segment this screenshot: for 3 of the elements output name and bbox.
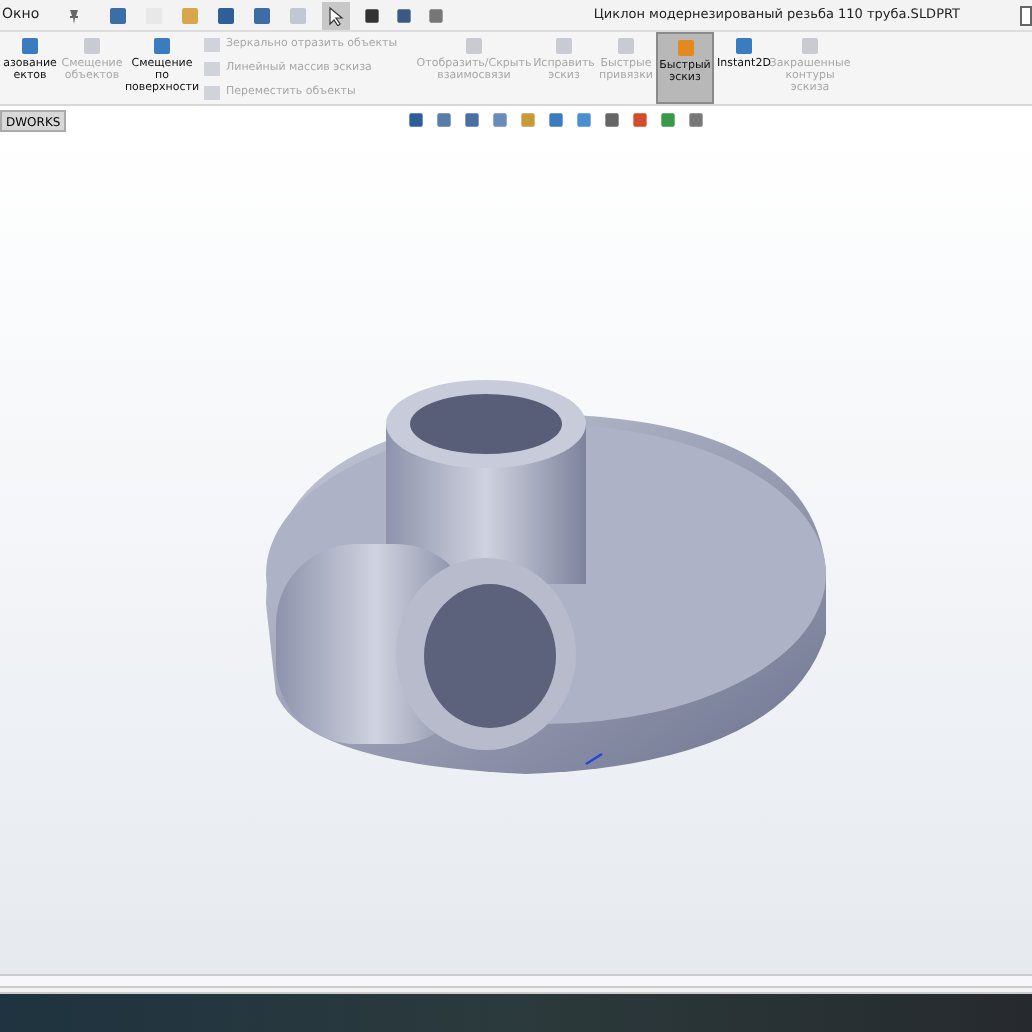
close-button[interactable] xyxy=(1020,5,1032,25)
select-button[interactable] xyxy=(321,1,350,29)
pin-icon[interactable] xyxy=(65,7,82,23)
